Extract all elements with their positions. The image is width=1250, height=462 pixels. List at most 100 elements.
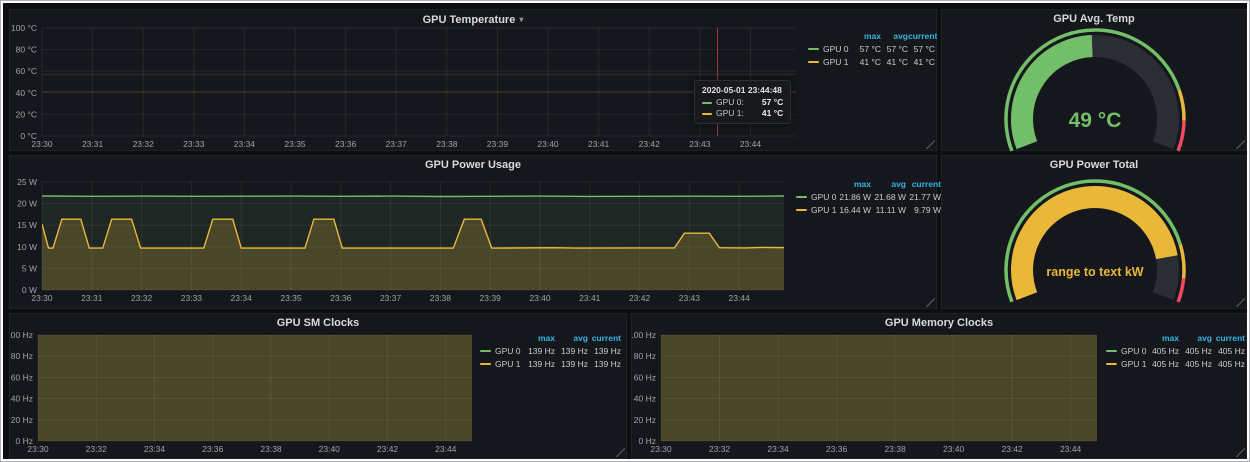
y-tick-label: 100 Hz [632,330,656,340]
y-tick-label: 80 °C [16,45,37,55]
series-name: GPU 1 [1121,358,1147,370]
panel-resize-handle[interactable] [926,140,935,149]
gauge-value-text: range to text kW [1046,265,1143,279]
panel-title-gpu-power-total[interactable]: GPU Power Total [942,159,1246,172]
series-color-swatch [702,102,712,104]
gauge-threshold-ring [1180,244,1184,278]
y-tick-label: 20 Hz [11,415,33,425]
series-color-swatch [480,363,491,365]
y-tick-label: 80 Hz [11,351,33,361]
x-tick-label: 23:42 [377,444,399,454]
series-name: GPU 0 [811,191,837,203]
series-name: GPU 1 [811,204,837,216]
legend-gpu-sm-clocks: maxavgcurrentGPU 0139 Hz139 Hz139 HzGPU … [480,332,621,370]
y-tick-label: 60 °C [16,66,37,76]
panel-resize-handle[interactable] [1236,140,1245,149]
x-tick-label: 23:36 [202,444,224,454]
x-tick-label: 23:38 [430,293,452,303]
gpu-avg-temp-gauge: 49 °C [942,10,1246,150]
legend-header-avg: avg [555,332,588,344]
plot-area[interactable] [661,335,1097,441]
legend-series-gpu-0[interactable]: GPU 0 [1106,345,1146,357]
panel-title-gpu-sm-clocks[interactable]: GPU SM Clocks [10,317,626,330]
x-tick-label: 23:39 [487,139,509,149]
gauge-value-arc [1022,197,1167,296]
x-tick-label: 23:42 [629,293,651,303]
legend-value: 21.68 W [871,191,906,203]
series-color-swatch [1106,363,1117,365]
legend-value: 21.77 W [906,191,941,203]
x-tick-label: 23:40 [943,444,965,454]
panel-title-text: GPU Temperature [423,14,516,26]
panel-title-gpu-temperature[interactable]: GPU Temperature▾ [10,13,936,27]
panel-resize-handle[interactable] [1236,298,1245,307]
x-tick-label: 23:36 [826,444,848,454]
x-tick-label: 23:44 [740,139,762,149]
panel-title-gpu-power-usage[interactable]: GPU Power Usage [10,159,936,172]
x-tick-label: 23:37 [386,139,408,149]
legend-series-gpu-1[interactable]: GPU 1 [480,358,522,370]
plot-area[interactable] [42,182,784,290]
x-tick-label: 23:34 [144,444,166,454]
plot-area[interactable] [42,28,796,136]
legend-series-gpu-0[interactable]: GPU 0 [480,345,522,357]
series-color-swatch [796,209,807,211]
legend-corner [808,30,854,42]
legend-series-gpu-1[interactable]: GPU 1 [796,204,836,216]
panel-title-text: GPU Power Total [1050,159,1138,171]
x-tick-label: 23:32 [709,444,731,454]
legend-value: 139 Hz [522,358,555,370]
legend-header-avg: avg [881,30,908,42]
panel-gpu-power-usage: GPU Power Usage 0 W5 W10 W15 W20 W25 W23… [9,155,937,309]
gpu-power-total-gauge: range to text kW [942,156,1246,308]
gauge-threshold-ring [1178,278,1184,301]
legend-value: 41 °C [908,56,935,68]
legend-value: 139 Hz [522,345,555,357]
y-tick-label: 40 Hz [634,394,656,404]
x-tick-label: 23:40 [529,293,551,303]
x-tick-label: 23:43 [679,293,701,303]
legend-series-gpu-1[interactable]: GPU 1 [808,56,854,68]
x-tick-label: 23:38 [884,444,906,454]
y-tick-label: 15 W [17,220,37,230]
panel-title-gpu-avg-temp[interactable]: GPU Avg. Temp [942,13,1246,26]
panel-title-text: GPU Avg. Temp [1053,13,1135,25]
y-tick-label: 60 Hz [634,372,656,382]
panel-gpu-memory-clocks: GPU Memory Clocks 0 Hz20 Hz40 Hz60 Hz80 … [631,313,1247,459]
legend-series-gpu-0[interactable]: GPU 0 [796,191,836,203]
legend-header-current: current [588,332,621,344]
x-tick-label: 23:36 [330,293,352,303]
x-tick-label: 23:30 [650,444,672,454]
legend-value: 9.79 W [906,204,941,216]
legend-series-gpu-0[interactable]: GPU 0 [808,43,854,55]
plot-area[interactable] [38,335,472,441]
legend-series-gpu-1[interactable]: GPU 1 [1106,358,1146,370]
panel-gpu-power-total: GPU Power Total range to text kW [941,155,1247,309]
legend-value: 57 °C [881,43,908,55]
panel-title-gpu-memory-clocks[interactable]: GPU Memory Clocks [632,317,1246,330]
series-color-swatch [808,61,819,63]
panel-resize-handle[interactable] [1236,448,1245,457]
panel-resize-handle[interactable] [616,448,625,457]
legend-gpu-power-usage: maxavgcurrentGPU 021.86 W21.68 W21.77 WG… [796,178,941,216]
tooltip-row: GPU 1:41 °C [702,108,783,119]
panel-resize-handle[interactable] [926,298,935,307]
x-tick-label: 23:44 [729,293,751,303]
y-tick-label: 10 W [17,242,37,252]
grafana-dashboard: GPU Temperature▾ 0 °C20 °C40 °C60 °C80 °… [3,3,1247,459]
x-tick-label: 23:43 [689,139,711,149]
legend-value: 405 Hz [1179,358,1212,370]
x-tick-label: 23:42 [639,139,661,149]
x-tick-label: 23:44 [1060,444,1082,454]
x-tick-label: 23:33 [183,139,205,149]
legend-value: 16.44 W [836,204,871,216]
legend-header-max: max [522,332,555,344]
panel-title-text: GPU SM Clocks [277,317,360,329]
legend-gpu-memory-clocks: maxavgcurrentGPU 0405 Hz405 Hz405 HzGPU … [1106,332,1245,370]
legend-value: 139 Hz [555,345,588,357]
x-tick-label: 23:38 [260,444,282,454]
legend-value: 41 °C [881,56,908,68]
x-tick-label: 23:35 [284,139,306,149]
legend-value: 57 °C [854,43,881,55]
x-tick-label: 23:34 [231,293,253,303]
